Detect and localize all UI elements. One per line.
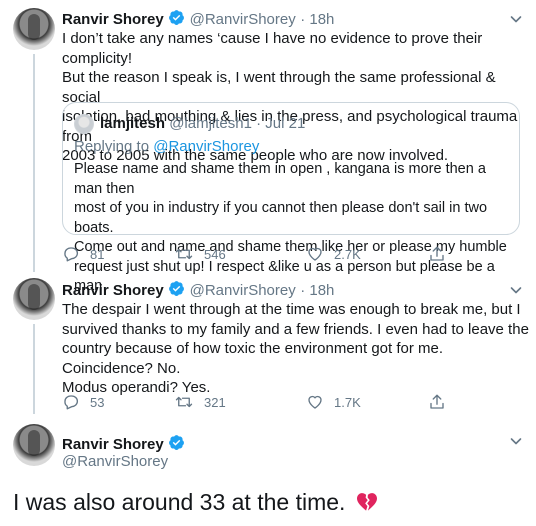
- reply-icon: [64, 247, 79, 262]
- quoted-timestamp: · Jul 21: [256, 115, 306, 132]
- avatar[interactable]: [13, 8, 55, 50]
- like-count: 1.7K: [334, 394, 361, 410]
- heart-icon: [308, 395, 322, 409]
- quoted-header: lamjitesh @lamjitesh1 · Jul 21: [100, 115, 305, 132]
- retweet-icon: [175, 248, 193, 260]
- reply-button[interactable]: 81: [62, 245, 104, 263]
- replying-to-label: Replying to: [74, 138, 154, 155]
- replying-to: Replying to @RanvirShorey: [74, 138, 259, 155]
- tweet-actions: 81 546 2.7K: [62, 245, 532, 265]
- author-handle[interactable]: @RanvirShorey: [62, 453, 168, 470]
- retweet-button[interactable]: 546: [174, 245, 226, 263]
- like-button[interactable]: 2.7K: [306, 245, 361, 263]
- reply-count: 81: [90, 246, 105, 262]
- author-name[interactable]: Ranvir Shorey: [62, 11, 164, 28]
- chevron-down-icon[interactable]: [508, 282, 524, 298]
- quoted-author-name: lamjitesh: [100, 115, 166, 132]
- share-button[interactable]: [428, 245, 446, 263]
- reply-button[interactable]: 53: [62, 393, 104, 411]
- timestamp[interactable]: · 18h: [300, 11, 334, 28]
- verified-badge-icon: [169, 10, 185, 25]
- verified-badge-icon: [169, 435, 185, 450]
- replying-to-handle[interactable]: @RanvirShorey: [153, 138, 259, 155]
- chevron-down-icon[interactable]: [508, 11, 524, 27]
- tweet-header: Ranvir Shorey @RanvirShorey · 18h: [62, 280, 334, 300]
- share-icon: [430, 246, 444, 261]
- tweet-text: The despair I went through at the time w…: [62, 301, 529, 396]
- main-tweet-text-row: I was also around 33 at the time.: [13, 488, 378, 516]
- avatar[interactable]: [13, 424, 55, 466]
- retweet-button[interactable]: 321: [174, 393, 226, 411]
- main-tweet-text: I was also around 33 at the time.: [13, 489, 346, 515]
- retweet-count: 321: [204, 394, 226, 410]
- broken-heart-icon: [356, 493, 377, 511]
- reply-count: 53: [90, 394, 105, 410]
- author-handle[interactable]: @RanvirShorey: [190, 282, 296, 299]
- reply-icon: [64, 395, 79, 410]
- share-icon: [430, 394, 444, 409]
- heart-icon: [308, 247, 322, 261]
- author-name[interactable]: Ranvir Shorey: [62, 436, 164, 453]
- timestamp[interactable]: · 18h: [300, 282, 334, 299]
- thread-line: [33, 54, 35, 272]
- thread-line: [33, 324, 35, 414]
- retweet-count: 546: [204, 246, 226, 262]
- retweet-icon: [175, 396, 193, 408]
- verified-badge-icon: [169, 281, 185, 296]
- quoted-text: Please name and shame them in open , kan…: [74, 161, 507, 294]
- avatar[interactable]: [13, 278, 55, 320]
- quoted-author-handle: @lamjitesh1: [169, 115, 252, 132]
- like-button[interactable]: 1.7K: [306, 393, 361, 411]
- quoted-avatar: [74, 114, 94, 134]
- share-button[interactable]: [428, 393, 446, 411]
- like-count: 2.7K: [334, 246, 361, 262]
- chevron-down-icon[interactable]: [508, 433, 524, 449]
- author-handle[interactable]: @RanvirShorey: [190, 11, 296, 28]
- main-tweet-author: Ranvir Shorey: [62, 434, 185, 454]
- author-name[interactable]: Ranvir Shorey: [62, 282, 164, 299]
- tweet-header: Ranvir Shorey @RanvirShorey · 18h: [62, 9, 334, 29]
- tweet-actions: 53 321 1.7K: [62, 393, 532, 413]
- quoted-tweet[interactable]: lamjitesh @lamjitesh1 · Jul 21 Replying …: [62, 102, 520, 294]
